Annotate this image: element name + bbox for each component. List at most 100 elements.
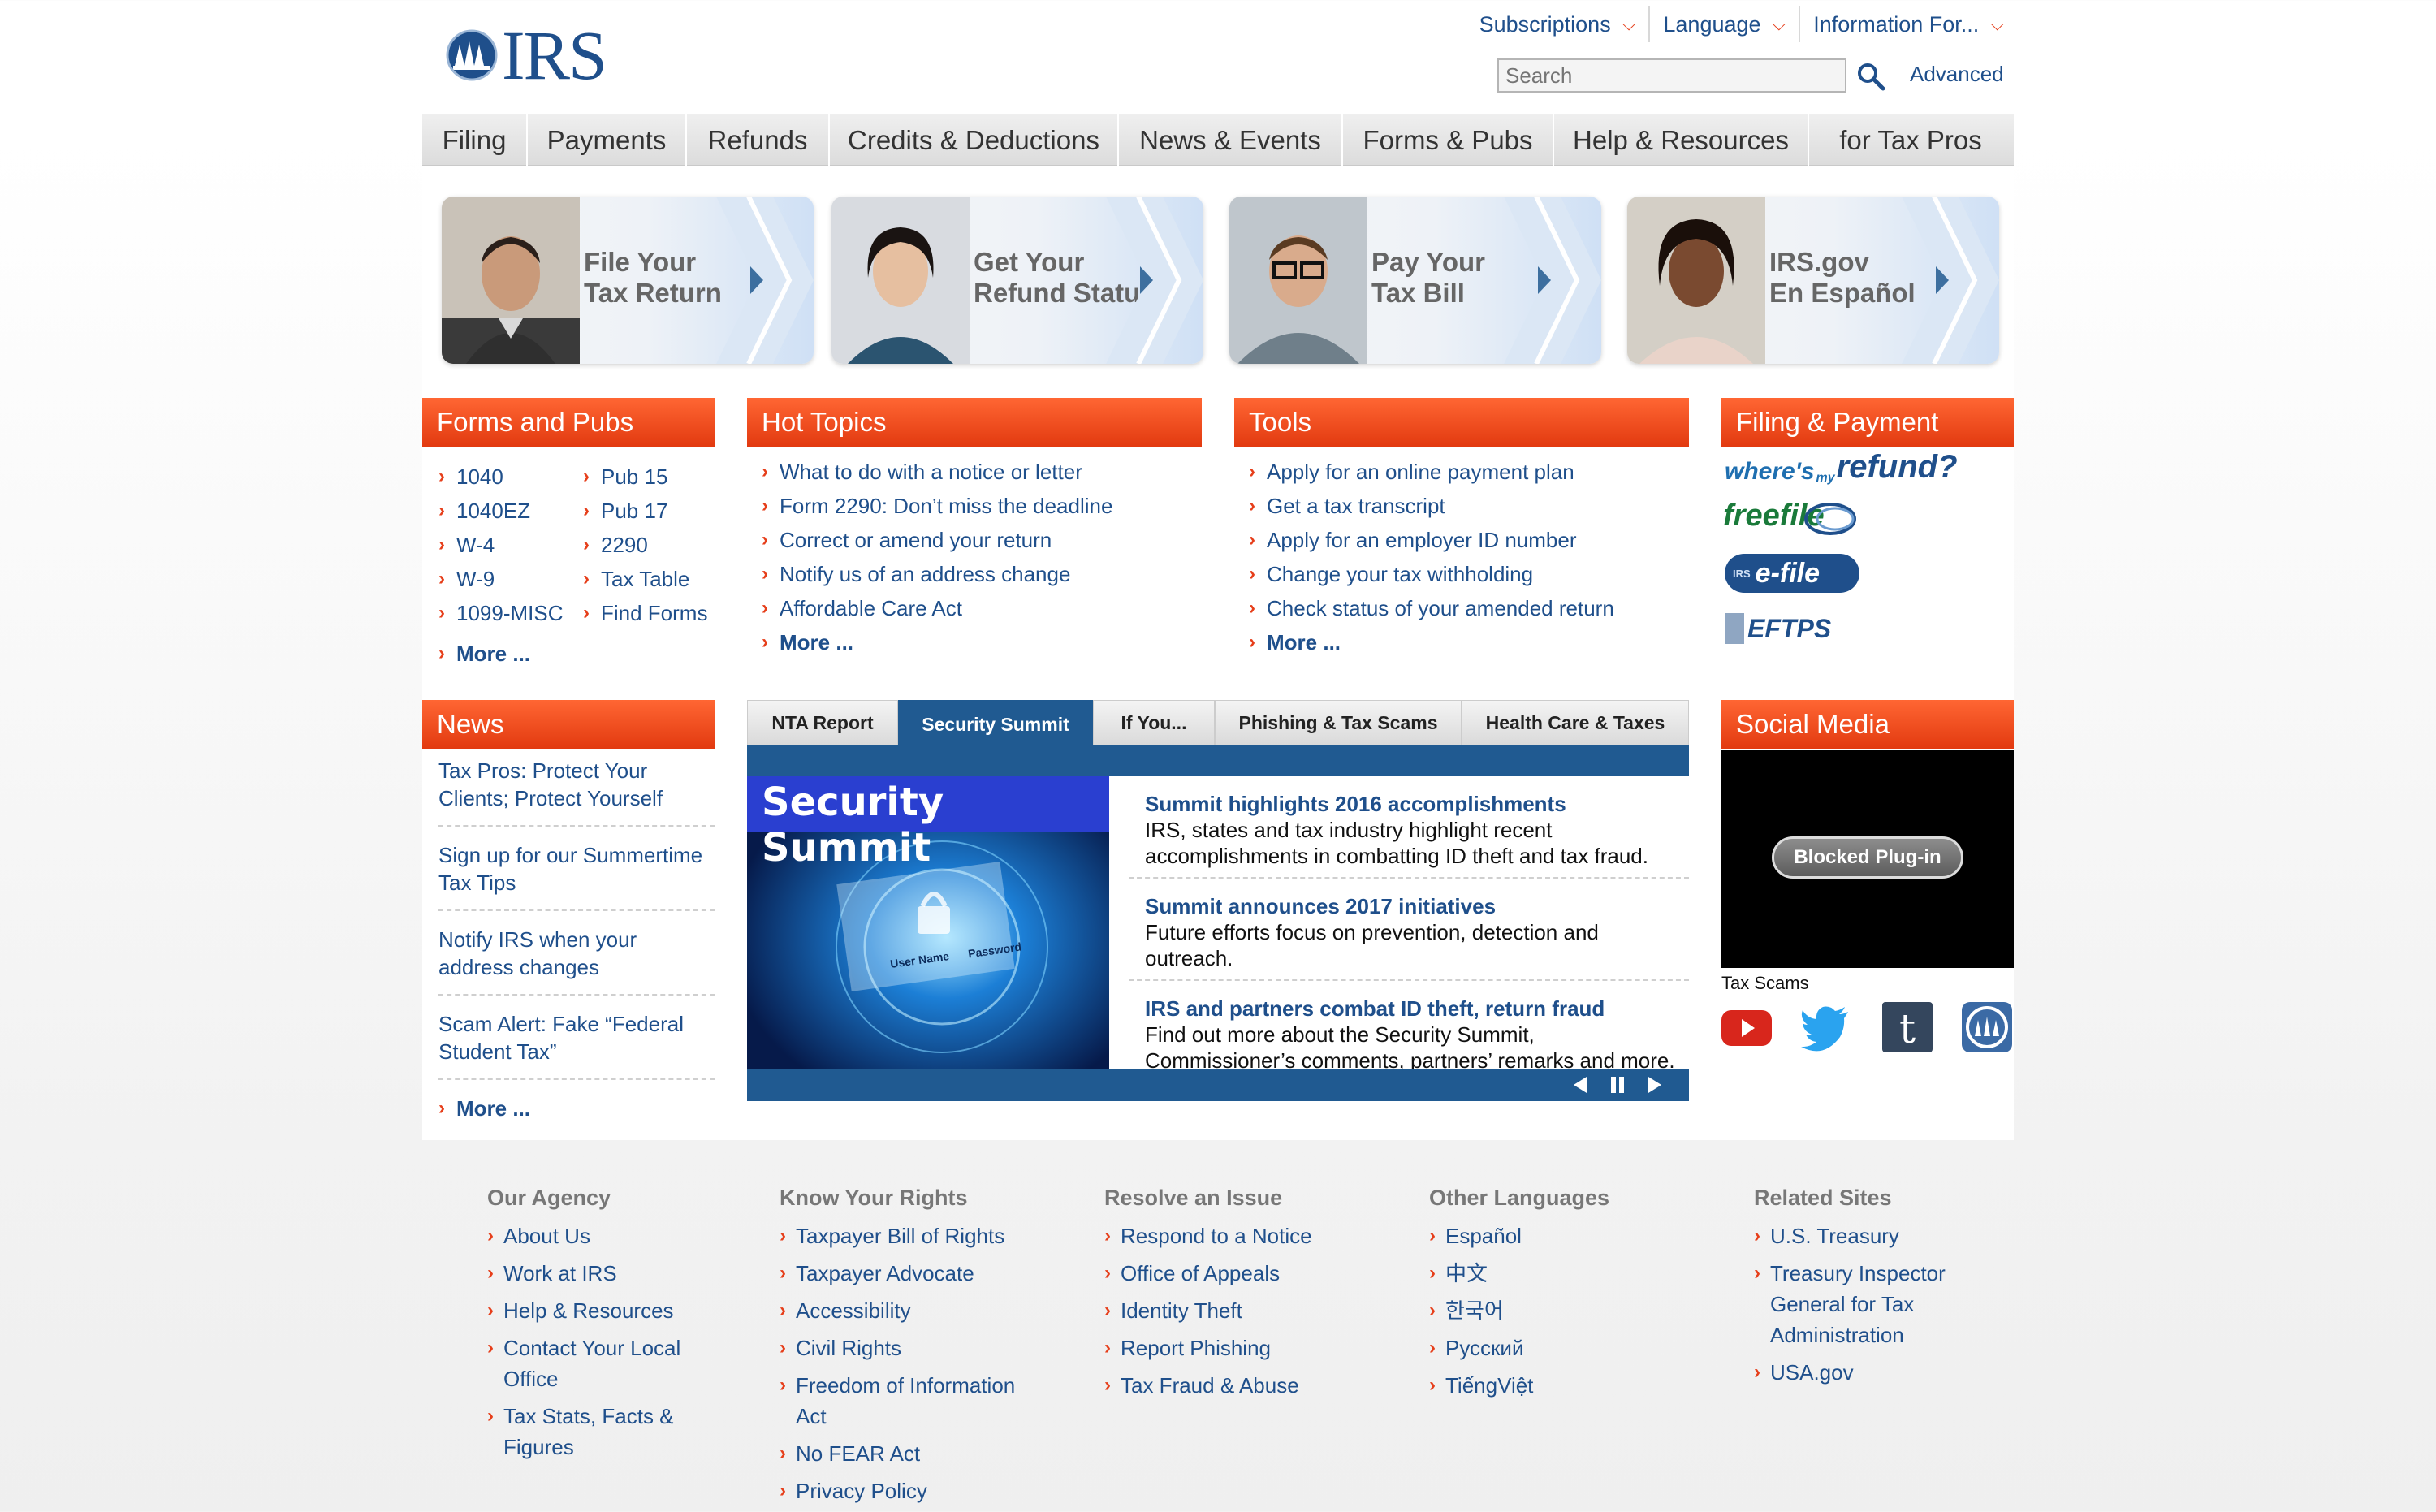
list-item[interactable]: › Affordable Care Act: [762, 591, 1200, 625]
footer-link[interactable]: › Identity Theft: [1104, 1295, 1364, 1326]
footer-link[interactable]: › About Us: [487, 1220, 731, 1251]
list-item[interactable]: › Tax Table: [583, 562, 721, 596]
list-item[interactable]: › W-4: [438, 528, 577, 562]
tab-health-care-taxes[interactable]: Health Care & Taxes: [1462, 700, 1689, 745]
irs-seal-icon[interactable]: [1960, 1000, 2014, 1054]
twitter-icon[interactable]: [1799, 1000, 1853, 1054]
list-item[interactable]: › Get a tax transcript: [1249, 489, 1687, 523]
tab-security-summit[interactable]: Security Summit: [898, 700, 1093, 749]
efile-logo[interactable]: IRS e-file: [1725, 554, 1859, 593]
eftps-bar-icon: [1725, 613, 1744, 644]
feature-story-title[interactable]: Summit highlights 2016 accomplishments: [1145, 791, 1689, 817]
forms-more: › More ...: [438, 637, 530, 671]
list-item[interactable]: › Check status of your amended return: [1249, 591, 1687, 625]
nav-forms-pubs[interactable]: Forms & Pubs: [1343, 114, 1554, 166]
footer-link[interactable]: › Civil Rights: [780, 1333, 1039, 1363]
news-item[interactable]: Tax Pros: Protect Your Clients; Protect …: [438, 754, 715, 827]
list-item[interactable]: › Form 2290: Don’t miss the deadline: [762, 489, 1200, 523]
footer-link[interactable]: › Taxpayer Bill of Rights: [780, 1220, 1039, 1251]
footer-link[interactable]: › Report Phishing: [1104, 1333, 1364, 1363]
list-item[interactable]: › 2290: [583, 528, 721, 562]
promo-en-espanol[interactable]: IRS.gov En Español: [1627, 197, 1999, 364]
more-link[interactable]: › More ...: [762, 625, 1200, 659]
next-icon[interactable]: [1645, 1075, 1665, 1095]
tab-phishing-tax-scams[interactable]: Phishing & Tax Scams: [1215, 700, 1462, 745]
list-item[interactable]: › 1099-MISC: [438, 596, 577, 630]
tumblr-icon[interactable]: t: [1881, 1000, 1934, 1054]
feature-story: Summit highlights 2016 accomplishments I…: [1129, 776, 1689, 879]
freefile-logo[interactable]: freefile: [1723, 495, 1861, 541]
footer-link[interactable]: › 한국어: [1429, 1295, 1673, 1326]
news-item[interactable]: Sign up for our Summertime Tax Tips: [438, 838, 715, 911]
more-link[interactable]: › More ...: [1249, 625, 1687, 659]
footer-link[interactable]: › Treasury Inspector General for Tax Admi…: [1754, 1258, 1998, 1350]
news-item[interactable]: Scam Alert: Fake “Federal Student Tax”: [438, 1007, 715, 1080]
promo-refund-status[interactable]: Get Your Refund Status: [831, 197, 1203, 364]
pause-icon[interactable]: [1608, 1075, 1627, 1095]
footer-link[interactable]: › Work at IRS: [487, 1258, 731, 1289]
information-for-menu[interactable]: Information For... ⌵: [1799, 6, 2017, 42]
main-nav: Filing Payments Refunds Credits & Deduct…: [422, 114, 2014, 166]
footer-link[interactable]: › U.S. Treasury: [1754, 1220, 1998, 1251]
promo-pay-tax-bill[interactable]: Pay Your Tax Bill: [1229, 197, 1601, 364]
list-item[interactable]: › Apply for an employer ID number: [1249, 523, 1687, 557]
list-item[interactable]: › W-9: [438, 562, 577, 596]
subscriptions-menu[interactable]: Subscriptions ⌵: [1466, 6, 1649, 42]
footer-link[interactable]: › Office of Appeals: [1104, 1258, 1364, 1289]
list-item[interactable]: › Change your tax withholding: [1249, 557, 1687, 591]
youtube-icon[interactable]: [1720, 1000, 1773, 1054]
more-link[interactable]: › More ...: [438, 1091, 715, 1125]
footer-link[interactable]: › Respond to a Notice: [1104, 1220, 1364, 1251]
security-summit-image[interactable]: Security Summit User Name Password: [747, 776, 1109, 1069]
list-item[interactable]: › Correct or amend your return: [762, 523, 1200, 557]
news-item[interactable]: Notify IRS when your address changes: [438, 922, 715, 996]
nav-news-events[interactable]: News & Events: [1119, 114, 1343, 166]
promo-file-return[interactable]: File Your Tax Return: [442, 197, 814, 364]
nav-credits-deductions[interactable]: Credits & Deductions: [830, 114, 1119, 166]
footer-link[interactable]: › Tax Fraud & Abuse: [1104, 1370, 1364, 1401]
list-item[interactable]: › Apply for an online payment plan: [1249, 455, 1687, 489]
previous-icon[interactable]: [1570, 1075, 1590, 1095]
search-icon[interactable]: [1855, 60, 1887, 93]
irs-logo[interactable]: IRS: [443, 20, 622, 90]
footer-link[interactable]: › Español: [1429, 1220, 1673, 1251]
search-input[interactable]: [1497, 58, 1846, 93]
footer-link[interactable]: › Русский: [1429, 1333, 1673, 1363]
footer-link[interactable]: › Contact Your Local Office: [487, 1333, 731, 1394]
promo-file-return-label: File Your Tax Return: [584, 247, 722, 308]
footer-link[interactable]: › No FEAR Act: [780, 1438, 1039, 1469]
footer-resolve-an-issue: Resolve an Issue › Respond to a Notice › O…: [1104, 1186, 1364, 1407]
footer-link[interactable]: › TiếngViệt: [1429, 1370, 1673, 1401]
tab-if-you[interactable]: If You...: [1093, 700, 1215, 745]
list-item[interactable]: › Pub 15: [583, 460, 721, 494]
list-item[interactable]: › Notify us of an address change: [762, 557, 1200, 591]
nav-filing[interactable]: Filing: [422, 114, 528, 166]
footer-link[interactable]: › Privacy Policy: [780, 1475, 1039, 1506]
tab-nta-report[interactable]: NTA Report: [747, 700, 898, 745]
footer-link[interactable]: › Accessibility: [780, 1295, 1039, 1326]
language-menu[interactable]: Language ⌵: [1648, 6, 1799, 42]
nav-payments[interactable]: Payments: [528, 114, 687, 166]
chevron-down-icon: ⌵: [1622, 14, 1636, 34]
feature-story-title[interactable]: IRS and partners combat ID theft, return…: [1145, 996, 1689, 1022]
list-item[interactable]: › Pub 17: [583, 494, 721, 528]
footer-link[interactable]: › Tax Stats, Facts & Figures: [487, 1401, 731, 1462]
more-link[interactable]: › More ...: [438, 637, 530, 671]
wheres-my-refund-logo[interactable]: where's my refund?: [1725, 445, 1958, 486]
blocked-plugin-button[interactable]: Blocked Plug-in: [1772, 836, 1963, 879]
list-item[interactable]: › What to do with a notice or letter: [762, 455, 1200, 489]
footer-link[interactable]: › USA.gov: [1754, 1357, 1998, 1388]
footer-link[interactable]: › Taxpayer Advocate: [780, 1258, 1039, 1289]
feature-story-title[interactable]: Summit announces 2017 initiatives: [1145, 893, 1689, 919]
footer-link[interactable]: › Help & Resources: [487, 1295, 731, 1326]
list-item[interactable]: › 1040EZ: [438, 494, 577, 528]
list-item[interactable]: › Find Forms: [583, 596, 721, 630]
eftps-logo[interactable]: EFTPS: [1725, 611, 1846, 646]
list-item[interactable]: › 1040: [438, 460, 577, 494]
footer-link[interactable]: › Freedom of Information Act: [780, 1370, 1039, 1432]
nav-for-tax-pros[interactable]: for Tax Pros: [1809, 114, 2012, 166]
advanced-search-link[interactable]: Advanced: [1910, 62, 2004, 87]
nav-help-resources[interactable]: Help & Resources: [1554, 114, 1809, 166]
nav-refunds[interactable]: Refunds: [687, 114, 830, 166]
footer-link[interactable]: › 中文: [1429, 1258, 1673, 1289]
